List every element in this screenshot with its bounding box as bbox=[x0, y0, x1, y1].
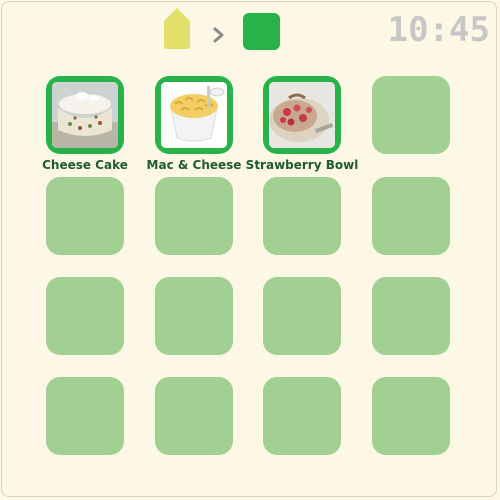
app-tile-cheese-cake[interactable] bbox=[46, 76, 124, 154]
empty-tile[interactable] bbox=[263, 277, 341, 355]
mac-and-cheese-thumbnail bbox=[161, 82, 227, 148]
empty-tile[interactable] bbox=[372, 177, 450, 255]
app-tile-strawberry-bowl[interactable] bbox=[263, 76, 341, 154]
cheese-cake-thumbnail bbox=[52, 82, 118, 148]
empty-tile[interactable] bbox=[263, 377, 341, 455]
home-icon[interactable] bbox=[160, 5, 194, 50]
empty-tile[interactable] bbox=[372, 377, 450, 455]
app-label-cheese-cake: Cheese Cake bbox=[42, 158, 128, 172]
empty-tile[interactable] bbox=[155, 177, 233, 255]
chevron-right-icon bbox=[212, 26, 226, 44]
app-label-mac-and-cheese: Mac & Cheese bbox=[146, 158, 242, 172]
clock: 10:45 bbox=[387, 10, 490, 50]
app-label-strawberry-bowl: Strawberry Bowl bbox=[245, 158, 359, 172]
folder-icon[interactable] bbox=[243, 13, 280, 50]
strawberry-bowl-thumbnail bbox=[269, 82, 335, 148]
empty-tile[interactable] bbox=[46, 277, 124, 355]
empty-tile[interactable] bbox=[372, 76, 450, 154]
empty-tile[interactable] bbox=[155, 277, 233, 355]
empty-tile[interactable] bbox=[46, 377, 124, 455]
empty-tile[interactable] bbox=[372, 277, 450, 355]
empty-tile[interactable] bbox=[46, 177, 124, 255]
app-tile-mac-and-cheese[interactable] bbox=[155, 76, 233, 154]
empty-tile[interactable] bbox=[155, 377, 233, 455]
empty-tile[interactable] bbox=[263, 177, 341, 255]
